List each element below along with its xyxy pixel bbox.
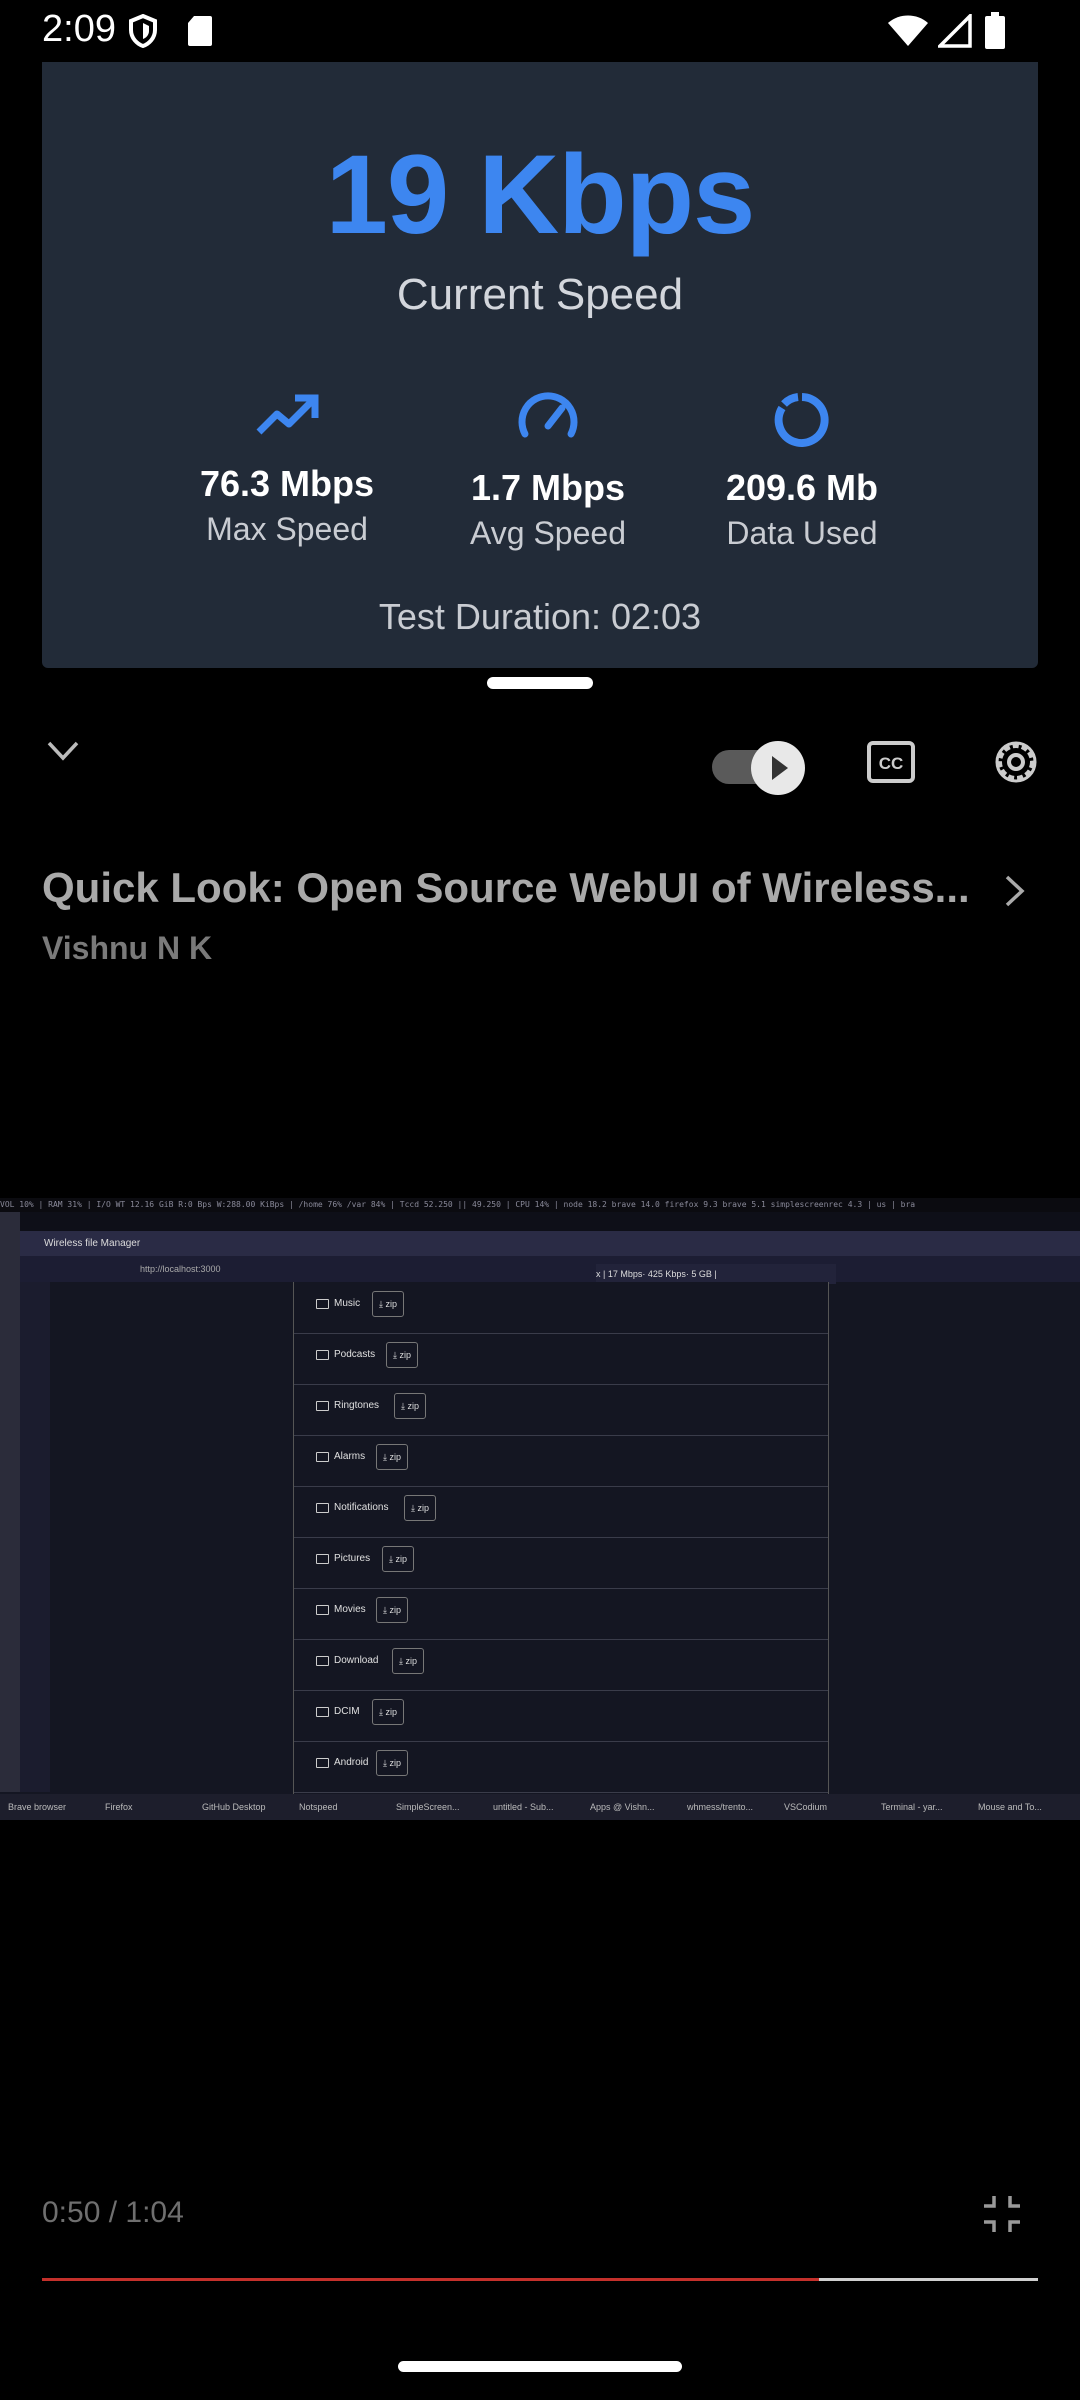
folder-name: Download — [334, 1655, 379, 1666]
video-dock — [0, 1212, 20, 1792]
folder-icon — [316, 1299, 329, 1309]
taskbar-item: Notspeed — [299, 1802, 338, 1812]
video-folder-list: Music ⤓ zip Podcasts ⤓ zip Ringtones ⤓ zip Ala… — [293, 1282, 829, 1794]
zip-download-button[interactable]: ⤓ zip — [392, 1648, 424, 1674]
folder-icon — [316, 1452, 329, 1462]
current-speed-value: 19 Kbps — [325, 132, 756, 257]
folder-icon — [316, 1707, 329, 1717]
video-address: http://localhost:3000 — [140, 1264, 221, 1274]
taskbar-item: Mouse and To... — [978, 1802, 1042, 1812]
taskbar-item: Brave browser — [8, 1802, 67, 1812]
chevron-down-icon[interactable] — [46, 740, 80, 762]
shield-icon — [129, 14, 157, 48]
folder-icon — [316, 1401, 329, 1411]
max-speed-value: 76.3 Mbps — [199, 463, 375, 504]
zip-download-button[interactable]: ⤓ zip — [372, 1699, 404, 1725]
folder-name: DCIM — [334, 1706, 360, 1717]
video-system-bar: VOL 10% | RAM 31% | I/O WT 12.16 GiB R:0… — [0, 1198, 1080, 1212]
cellular-signal-icon — [938, 14, 972, 48]
folder-icon — [316, 1503, 329, 1513]
video-speed-toast: x | 17 Mbps· 425 Kbps· 5 GB | — [596, 1264, 836, 1284]
zip-download-button[interactable]: ⤓ zip — [376, 1597, 408, 1623]
status-bar: 2:09 — [0, 0, 1080, 62]
autoplay-toggle[interactable] — [712, 740, 812, 795]
closed-captions-icon[interactable]: CC — [866, 740, 916, 784]
folder-row[interactable]: Movies ⤓ zip — [294, 1588, 828, 1640]
folder-name: Notifications — [334, 1502, 389, 1513]
speedometer-icon — [518, 392, 578, 438]
folder-icon — [316, 1554, 329, 1564]
folder-row[interactable]: Notifications ⤓ zip — [294, 1486, 828, 1538]
zip-download-button[interactable]: ⤓ zip — [394, 1393, 426, 1419]
video-timecode: 0:50 / 1:04 — [42, 2196, 184, 2229]
chevron-right-icon[interactable] — [1004, 874, 1026, 908]
video-sidebar — [20, 1282, 50, 1792]
folder-row[interactable]: Music ⤓ zip — [294, 1282, 828, 1334]
folder-name: Movies — [334, 1604, 366, 1615]
zip-download-button[interactable]: ⤓ zip — [404, 1495, 436, 1521]
gesture-nav-bar[interactable] — [398, 2361, 682, 2372]
speed-overlay-card: 19 Kbps Current Speed 76.3 Mbps Max Spee… — [42, 62, 1038, 668]
trending-up-icon — [256, 394, 319, 435]
max-speed-stat: 76.3 Mbps Max Speed — [137, 392, 437, 548]
taskbar-item: Terminal - yar... — [881, 1802, 943, 1812]
max-speed-label: Max Speed — [206, 511, 368, 547]
data-used-stat: 209.6 Mb Data Used — [652, 392, 952, 552]
video-spacer — [0, 1212, 1080, 1231]
video-taskbar: Brave browser Firefox GitHub Desktop Notspe… — [0, 1794, 1080, 1820]
progress-bar[interactable] — [42, 2278, 1038, 2281]
video-title[interactable]: Quick Look: Open Source WebUI of Wireles… — [42, 864, 972, 912]
taskbar-item: Firefox — [105, 1802, 133, 1812]
folder-row[interactable]: Podcasts ⤓ zip — [294, 1333, 828, 1385]
zip-download-button[interactable]: ⤓ zip — [376, 1750, 408, 1776]
folder-name: Pictures — [334, 1553, 371, 1564]
folder-row[interactable]: Pictures ⤓ zip — [294, 1537, 828, 1589]
taskbar-item: VSCodium — [784, 1802, 828, 1812]
folder-name: Podcasts — [334, 1349, 376, 1360]
current-speed-label: Current Speed — [396, 270, 684, 319]
data-used-label: Data Used — [726, 515, 878, 551]
folder-row[interactable]: Download ⤓ zip — [294, 1639, 828, 1691]
zip-download-button[interactable]: ⤓ zip — [386, 1342, 418, 1368]
data-used-value: 209.6 Mb — [725, 467, 879, 508]
taskbar-item: GitHub Desktop — [202, 1802, 266, 1812]
folder-name: Alarms — [334, 1451, 366, 1462]
folder-row[interactable]: DCIM ⤓ zip — [294, 1690, 828, 1742]
taskbar-item: SimpleScreen... — [396, 1802, 460, 1812]
taskbar-item: Apps @ Vishn... — [590, 1802, 655, 1812]
folder-name: Music — [334, 1298, 361, 1309]
svg-text:CC: CC — [879, 754, 904, 773]
folder-name: Ringtones — [334, 1400, 380, 1411]
taskbar-item: untitled - Sub... — [493, 1802, 554, 1812]
sheet-drag-handle[interactable] — [487, 677, 593, 689]
folder-icon — [316, 1605, 329, 1615]
test-duration: Test Duration: 02:03 — [378, 596, 702, 637]
sd-card-icon — [188, 16, 212, 46]
folder-icon — [316, 1758, 329, 1768]
status-time: 2:09 — [42, 8, 116, 50]
folder-row[interactable]: Ringtones ⤓ zip — [294, 1384, 828, 1436]
zip-download-button[interactable]: ⤓ zip — [376, 1444, 408, 1470]
data-circle-icon — [774, 393, 829, 447]
video-address-bar: http://localhost:3000 — [20, 1256, 1080, 1282]
folder-icon — [316, 1350, 329, 1360]
battery-icon — [985, 12, 1005, 49]
channel-name[interactable]: Vishnu N K — [42, 930, 212, 967]
folder-row[interactable]: Android ⤓ zip — [294, 1741, 828, 1793]
folder-row[interactable]: Alarms ⤓ zip — [294, 1435, 828, 1487]
taskbar-item: whmess/trento... — [687, 1802, 754, 1812]
settings-gear-icon[interactable] — [990, 736, 1042, 788]
play-icon — [751, 741, 805, 795]
wifi-icon — [888, 15, 928, 46]
zip-download-button[interactable]: ⤓ zip — [382, 1546, 414, 1572]
video-window-title: Wireless file Manager — [44, 1238, 141, 1249]
exit-fullscreen-icon[interactable] — [982, 2194, 1022, 2234]
zip-download-button[interactable]: ⤓ zip — [372, 1291, 404, 1317]
folder-name: Android — [334, 1757, 369, 1768]
video-window-titlebar: Wireless file Manager — [20, 1231, 1080, 1256]
progress-played — [42, 2278, 819, 2281]
video-frame[interactable]: VOL 10% | RAM 31% | I/O WT 12.16 GiB R:0… — [0, 1198, 1080, 1820]
folder-icon — [316, 1656, 329, 1666]
